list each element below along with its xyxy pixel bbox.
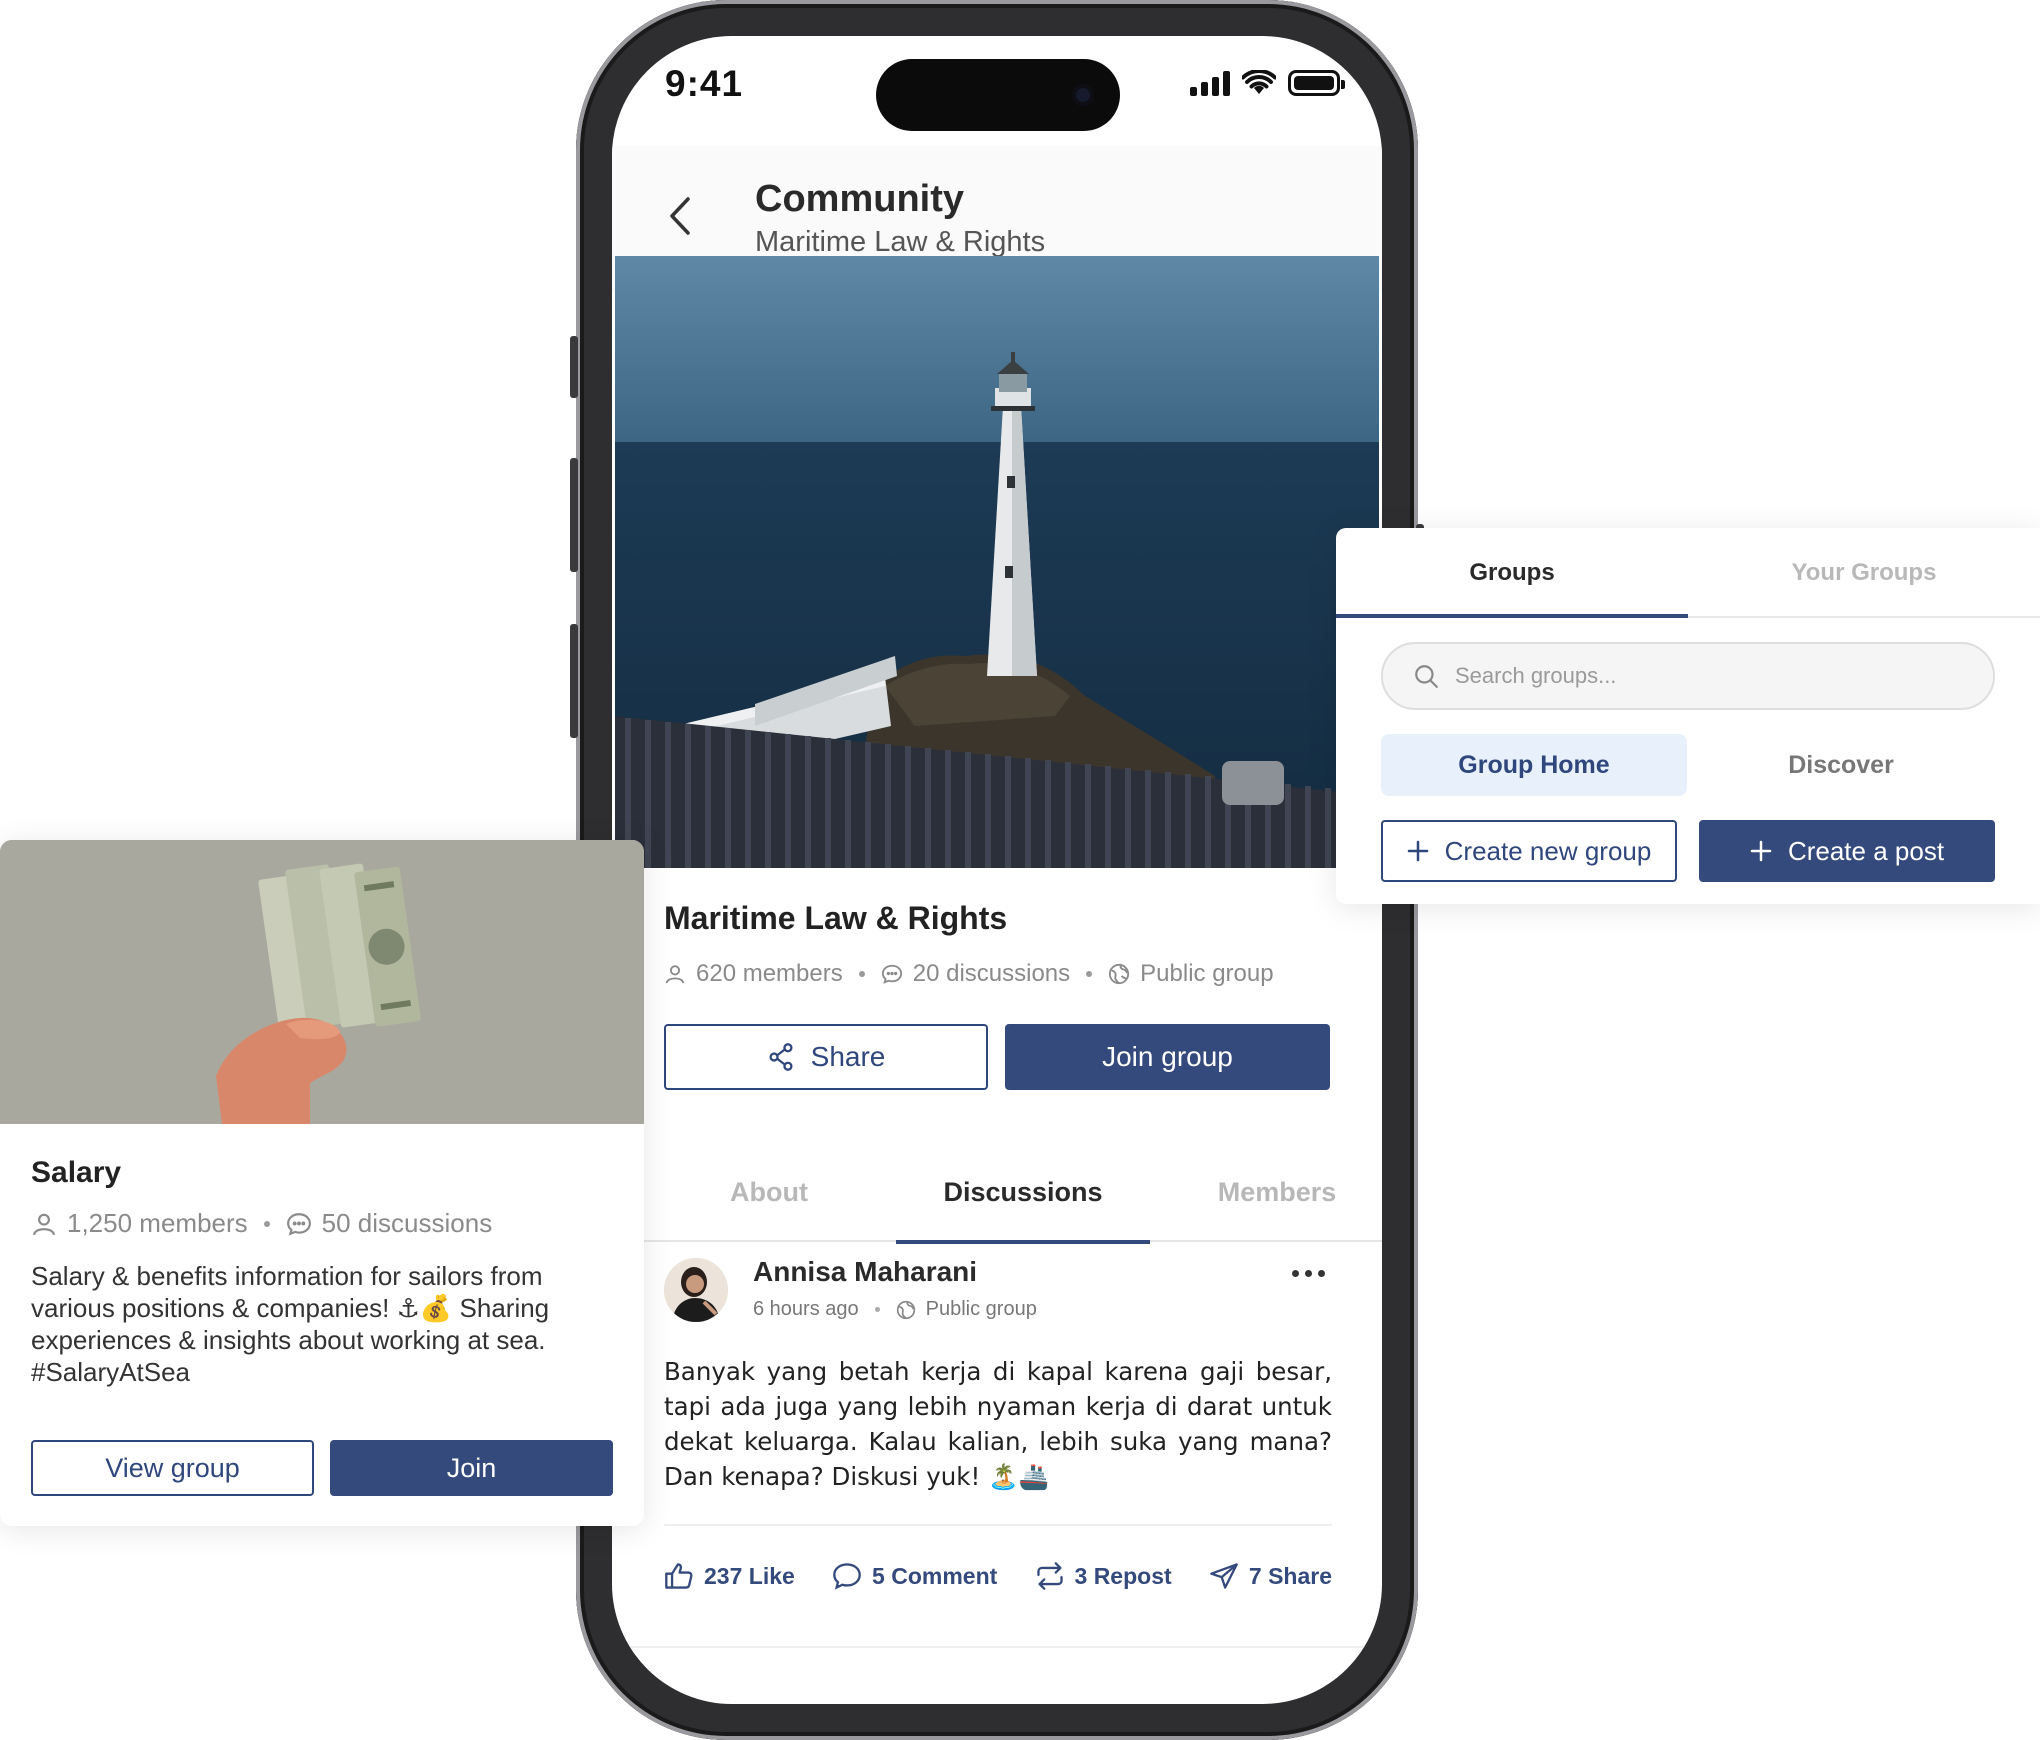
tab-discussions[interactable]: Discussions — [896, 1142, 1150, 1244]
camera-icon — [1072, 84, 1094, 106]
post-meta: 6 hours ago Public group — [753, 1298, 1037, 1321]
dynamic-island — [876, 59, 1120, 131]
share-post-label: 7 Share — [1248, 1562, 1332, 1589]
salary-group-title: Salary — [31, 1156, 122, 1189]
group-name: Maritime Law & Rights — [664, 900, 1008, 936]
battery-icon — [1288, 70, 1345, 96]
group-meta: 620 members 20 discussions Public group — [664, 960, 1274, 988]
create-post-button[interactable]: Create a post — [1699, 820, 1995, 882]
more-options-button[interactable] — [1292, 1270, 1325, 1277]
share-label: Share — [810, 1041, 886, 1072]
send-icon — [1210, 1563, 1238, 1589]
tab-your-groups[interactable]: Your Groups — [1688, 528, 2040, 618]
next-post-divider — [612, 1646, 1382, 1648]
post-actions: 237 Like 5 Comment 3 Repost 7 Share — [664, 1562, 1332, 1590]
post-time: 6 hours ago — [753, 1298, 859, 1320]
privacy-label: Public group — [1140, 960, 1274, 987]
group-cover-image — [615, 256, 1379, 868]
back-button[interactable] — [660, 188, 700, 244]
salary-group-meta: 1,250 members 50 discussions — [31, 1208, 492, 1239]
members-count: 620 members — [696, 960, 843, 987]
comment-button[interactable]: 5 Comment — [832, 1562, 997, 1590]
discussions-count: 20 discussions — [912, 960, 1071, 987]
separator-dot — [858, 971, 865, 977]
active-tab-indicator — [1336, 614, 1688, 618]
globe-icon — [1109, 963, 1130, 985]
thumbs-up-icon — [665, 1563, 693, 1589]
page-subtitle: Maritime Law & Rights — [755, 226, 1046, 258]
separator-dot — [874, 1307, 880, 1312]
create-group-label: Create new group — [1444, 835, 1652, 866]
salary-cover-image — [0, 840, 644, 1124]
salary-group-description: Salary & benefits information for sailor… — [31, 1261, 550, 1387]
plus-icon — [1750, 840, 1772, 862]
separator-dot — [1086, 971, 1093, 977]
comment-icon — [833, 1563, 861, 1590]
join-group-button[interactable]: Join group — [1005, 1024, 1330, 1090]
divider — [664, 1524, 1332, 1526]
chevron-left-icon — [670, 197, 690, 235]
tab-about[interactable]: About — [642, 1142, 896, 1242]
join-button[interactable]: Join — [330, 1440, 613, 1496]
members-count: 1,250 members — [67, 1208, 248, 1238]
nav-group-home[interactable]: Group Home — [1381, 734, 1687, 796]
share-group-button[interactable]: Share — [664, 1024, 988, 1090]
chat-icon — [881, 964, 902, 984]
volume-up-button — [570, 458, 578, 572]
nav-discover[interactable]: Discover — [1688, 734, 1994, 796]
create-post-label: Create a post — [1787, 835, 1945, 866]
like-label: 237 Like — [704, 1562, 795, 1589]
post-body: Banyak yang betah kerja di kapal karena … — [664, 1357, 1332, 1491]
post-author[interactable]: Annisa Maharani — [753, 1256, 977, 1288]
discussions-count: 50 discussions — [321, 1208, 493, 1238]
view-group-button[interactable]: View group — [31, 1440, 314, 1496]
plus-icon — [1407, 840, 1428, 862]
share-nodes-icon — [769, 1043, 793, 1071]
separator-dot — [263, 1220, 270, 1227]
search-icon — [1415, 665, 1438, 688]
groups-panel: Groups Your Groups Group Home Discover C… — [1336, 528, 2040, 904]
create-group-button[interactable]: Create new group — [1381, 820, 1677, 882]
phone-screen: 9:41 Community Maritime Law & Rights Mar… — [612, 36, 1382, 1704]
tab-members[interactable]: Members — [1150, 1142, 1382, 1242]
user-icon — [33, 1213, 55, 1235]
search-input[interactable] — [1455, 663, 1935, 689]
chat-icon — [286, 1212, 311, 1236]
globe-icon — [896, 1300, 915, 1319]
repost-button[interactable]: 3 Repost — [1035, 1562, 1172, 1590]
user-icon — [665, 965, 685, 984]
post-visibility: Public group — [925, 1298, 1037, 1320]
signal-icon — [1190, 70, 1230, 96]
avatar[interactable] — [664, 1258, 728, 1322]
action-button — [570, 336, 578, 398]
status-icons — [1190, 70, 1345, 96]
status-time: 9:41 — [665, 63, 744, 104]
volume-down-button — [570, 624, 578, 738]
group-tabs: About Discussions Members — [642, 1142, 1382, 1244]
share-post-button[interactable]: 7 Share — [1209, 1562, 1332, 1590]
search-bar — [1381, 642, 1995, 710]
repost-icon — [1036, 1562, 1063, 1590]
like-button[interactable]: 237 Like — [664, 1562, 795, 1590]
repost-label: 3 Repost — [1074, 1562, 1172, 1589]
wifi-icon — [1242, 70, 1276, 94]
salary-group-card: Salary 1,250 members 50 discussions Sala… — [0, 840, 644, 1526]
join-label: Join group — [1102, 1041, 1233, 1072]
comment-label: 5 Comment — [872, 1562, 998, 1589]
tab-groups[interactable]: Groups — [1336, 528, 1688, 618]
page-title: Community — [755, 178, 964, 220]
